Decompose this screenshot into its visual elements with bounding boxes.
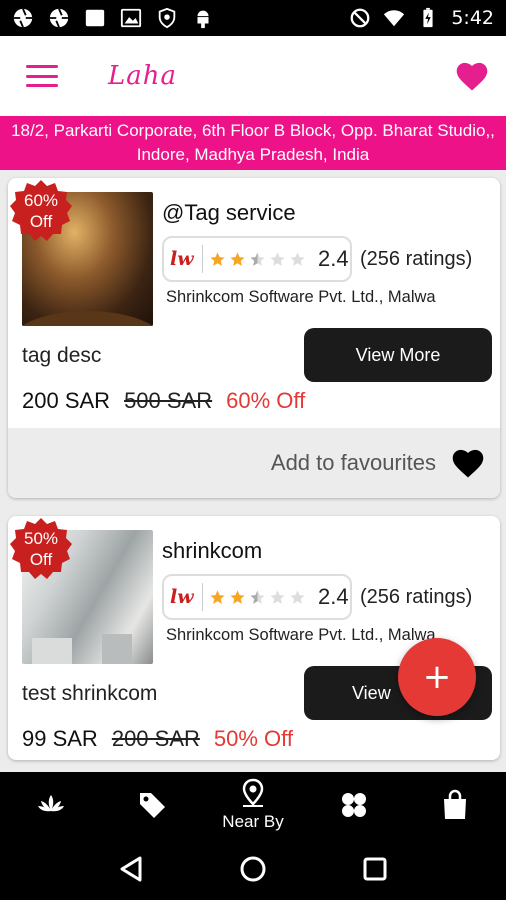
shopping-bag-icon <box>444 789 467 819</box>
discount-badge: 50% Off <box>8 516 74 582</box>
app-title: Laha <box>108 61 178 91</box>
heart-icon <box>452 449 484 478</box>
offer-title: @Tag service <box>162 200 296 225</box>
no-sim-icon <box>350 8 370 28</box>
ratings-count: (256 ratings) <box>360 248 473 270</box>
badge-off: Off <box>29 550 53 569</box>
hamburger-icon[interactable] <box>26 65 58 87</box>
system-navigation-bar <box>0 838 506 900</box>
star-half-icon <box>250 251 265 266</box>
recents-square-icon[interactable] <box>362 856 388 882</box>
view-more-label: View <box>352 682 391 703</box>
discount-text: 50% Off <box>213 726 293 751</box>
price-row: 200 SAR 500 SAR 60% Off <box>22 388 305 414</box>
offer-card[interactable]: 50% Off shrinkcom lw 2.4 (256 ratings) Sh… <box>8 516 500 760</box>
nav-label-near-by: Near By <box>222 812 284 831</box>
location-pin-icon <box>242 778 264 807</box>
nav-item-categories[interactable] <box>304 772 405 838</box>
image-icon <box>120 8 142 28</box>
star-full-icon <box>230 589 245 604</box>
ratings-count: (256 ratings) <box>360 586 473 608</box>
rating-box: lw 2.4 <box>162 236 352 282</box>
status-bar: 5:42 <box>0 0 506 36</box>
discount-badge: 60% Off <box>8 178 74 244</box>
star-empty-icon <box>270 589 285 604</box>
clover-icon <box>342 793 367 817</box>
app-bar: Laha <box>0 36 506 116</box>
offer-card[interactable]: 60% Off @Tag service lw 2.4 (256 ratings)… <box>8 178 500 498</box>
nav-item-home[interactable] <box>0 772 101 838</box>
nav-item-offers[interactable] <box>101 772 202 838</box>
star-empty-icon <box>290 589 305 604</box>
price-row: 99 SAR 200 SAR 50% Off <box>22 726 293 752</box>
price: 200 SAR <box>22 388 111 413</box>
star-rating <box>209 251 306 268</box>
square-icon <box>85 9 105 27</box>
company-name: Shrinkcom Software Pvt. Ltd., Malwa <box>166 288 436 306</box>
bottom-navigation: Near By <box>0 772 506 838</box>
rating-value: 2.4 <box>318 246 349 271</box>
rating-box: lw 2.4 <box>162 574 352 620</box>
star-rating <box>209 589 306 606</box>
lotus-icon <box>37 795 64 812</box>
back-icon[interactable] <box>118 855 144 883</box>
offer-description: test shrinkcom <box>22 682 158 705</box>
wifi-icon <box>384 10 405 27</box>
offer-title: shrinkcom <box>162 538 263 563</box>
lw-logo-icon: lw <box>170 248 194 270</box>
star-half-icon <box>250 589 265 604</box>
old-price: 500 SAR <box>124 388 213 413</box>
old-price: 200 SAR <box>111 726 200 751</box>
discount-text: 60% Off <box>226 388 306 413</box>
nav-item-cart[interactable] <box>405 772 506 838</box>
badge-percent: 50% <box>23 529 59 548</box>
android-icon <box>197 10 209 29</box>
star-empty-icon <box>270 251 285 266</box>
battery-charging-icon <box>423 7 433 28</box>
status-time: 5:42 <box>451 7 494 29</box>
star-full-icon <box>210 251 225 266</box>
offer-description: tag desc <box>22 344 102 367</box>
aperture-icon <box>49 8 69 28</box>
nav-item-near-by[interactable]: Near By <box>202 772 303 838</box>
badge-off: Off <box>29 212 53 231</box>
lw-logo-icon: lw <box>170 586 194 608</box>
view-more-button[interactable]: View More <box>304 328 492 382</box>
home-circle-icon[interactable] <box>239 855 267 883</box>
aperture-icon <box>13 8 33 28</box>
badge-percent: 60% <box>23 191 59 210</box>
star-empty-icon <box>290 251 305 266</box>
add-fab-button[interactable]: + <box>398 638 476 716</box>
shield-icon <box>158 7 176 29</box>
address-banner: 18/2, Parkarti Corporate, 6th Floor B Bl… <box>0 116 506 170</box>
rating-value: 2.4 <box>318 584 349 609</box>
price: 99 SAR <box>22 726 98 751</box>
heart-icon[interactable] <box>454 60 490 92</box>
star-full-icon <box>210 589 225 604</box>
tag-icon <box>139 793 165 818</box>
company-name: Shrinkcom Software Pvt. Ltd., Malwa <box>166 626 436 644</box>
add-to-favourites-label: Add to favourites <box>270 450 436 475</box>
add-to-favourites-button[interactable]: Add to favourites <box>8 428 500 498</box>
star-full-icon <box>230 251 245 266</box>
